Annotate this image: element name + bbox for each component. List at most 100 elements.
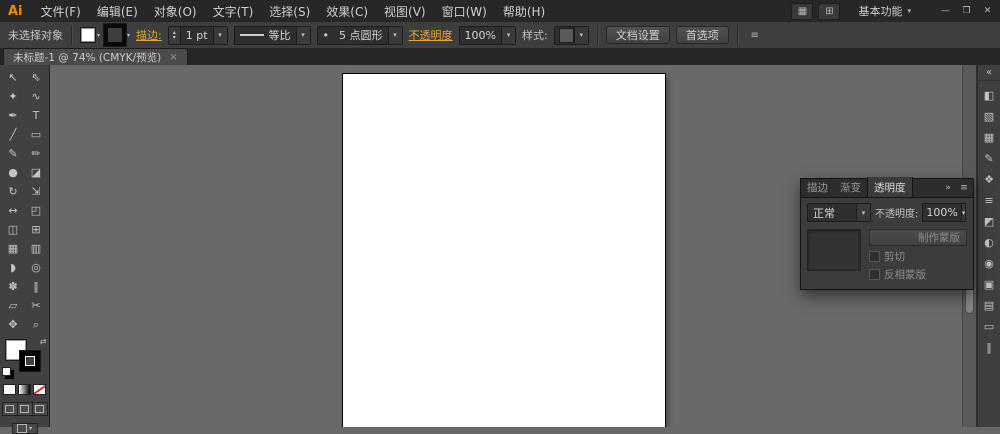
gradient-button[interactable]: [18, 384, 31, 395]
color-guide-panel-icon[interactable]: ▧: [978, 106, 1000, 127]
clip-checkbox[interactable]: [869, 251, 880, 262]
opacity-combo[interactable]: 100% ▾: [459, 26, 516, 45]
chevron-down-icon[interactable]: ▾: [97, 32, 100, 39]
close-button[interactable]: ✕: [977, 3, 998, 19]
lasso-tool[interactable]: ∿: [25, 87, 48, 106]
minimize-button[interactable]: —: [935, 3, 956, 19]
chevron-down-icon[interactable]: ▾: [501, 27, 515, 44]
chevron-down-icon[interactable]: ▾: [574, 27, 588, 44]
shape-builder-tool[interactable]: ◫: [2, 220, 25, 239]
stroke-color-control[interactable]: ▾: [104, 24, 130, 46]
opacity-value[interactable]: 100%: [460, 29, 501, 42]
chevron-down-icon[interactable]: ▾: [388, 27, 402, 44]
preferences-button[interactable]: 首选项: [676, 26, 729, 44]
opacity-panel-link[interactable]: 不透明度: [409, 27, 453, 43]
draw-behind-button[interactable]: [17, 403, 32, 415]
gradient-panel-icon[interactable]: ◩: [978, 211, 1000, 232]
appearance-panel-icon[interactable]: ◉: [978, 253, 1000, 274]
free-transform-tool[interactable]: ◰: [25, 201, 48, 220]
tab-stroke[interactable]: 描边: [801, 177, 834, 197]
chevron-down-icon[interactable]: ▾: [296, 27, 310, 44]
make-mask-button[interactable]: 制作蒙版: [869, 229, 967, 246]
artboard[interactable]: [343, 74, 665, 427]
fill-color-swatch[interactable]: [80, 27, 96, 43]
width-profile-combo[interactable]: 等比 ▾: [234, 26, 311, 45]
stroke-width-combo[interactable]: ▴ ▾ 1 pt ▾: [168, 26, 228, 45]
chevron-down-icon[interactable]: ▾: [856, 204, 870, 221]
stroke-width-value[interactable]: 1 pt: [181, 29, 213, 42]
mesh-tool[interactable]: ▦: [2, 239, 25, 258]
menu-file[interactable]: 文件(F): [33, 0, 89, 23]
blend-mode-value[interactable]: 正常: [808, 205, 856, 221]
swap-fill-stroke-icon[interactable]: ⇄: [40, 337, 47, 346]
menu-help[interactable]: 帮助(H): [495, 0, 553, 23]
width-profile-value[interactable]: 等比: [264, 27, 296, 43]
draw-inside-button[interactable]: [32, 403, 47, 415]
expand-panels-icon[interactable]: «: [978, 65, 1000, 81]
stepper-down-icon[interactable]: ▾: [169, 35, 180, 40]
graphic-styles-panel-icon[interactable]: ▣: [978, 274, 1000, 295]
zoom-tool[interactable]: ⌕: [25, 315, 48, 334]
magic-wand-tool[interactable]: ✦: [2, 87, 25, 106]
column-graph-tool[interactable]: ‖: [25, 277, 48, 296]
brush-definition-value[interactable]: 5 点圆形: [334, 27, 388, 43]
gradient-tool[interactable]: ▥: [25, 239, 48, 258]
draw-normal-button[interactable]: [3, 403, 17, 415]
selection-tool[interactable]: ↖: [2, 68, 25, 87]
restore-button[interactable]: ❐: [956, 3, 977, 19]
stroke-swatch[interactable]: [20, 351, 40, 371]
width-tool[interactable]: ↔: [2, 201, 25, 220]
close-tab-icon[interactable]: ×: [169, 52, 177, 63]
brush-definition-combo[interactable]: • 5 点圆形 ▾: [317, 26, 403, 45]
slice-tool[interactable]: ✂: [25, 296, 48, 315]
tab-transparency[interactable]: 透明度: [867, 177, 913, 197]
control-panel-menu-icon[interactable]: ≡: [746, 27, 764, 43]
blob-brush-tool[interactable]: ●: [2, 163, 25, 182]
none-button[interactable]: [33, 384, 46, 395]
document-tab[interactable]: 未标题-1 @ 74% (CMYK/预览) ×: [3, 48, 188, 65]
menu-object[interactable]: 对象(O): [146, 0, 205, 23]
menu-effect[interactable]: 效果(C): [318, 0, 376, 23]
artboard-tool[interactable]: ▱: [2, 296, 25, 315]
eyedropper-tool[interactable]: ◗: [2, 258, 25, 277]
panel-opacity-combo[interactable]: 100% ▾: [922, 203, 966, 222]
symbols-panel-icon[interactable]: ❖: [978, 169, 1000, 190]
color-button[interactable]: [3, 384, 16, 395]
layers-panel-icon[interactable]: ▤: [978, 295, 1000, 316]
fill-color-control[interactable]: ▾: [80, 27, 100, 43]
document-setup-button[interactable]: 文档设置: [606, 26, 670, 44]
scale-tool[interactable]: ⇲: [25, 182, 48, 201]
menu-edit[interactable]: 编辑(E): [89, 0, 146, 23]
workspace-switcher[interactable]: 基本功能 ▾: [850, 1, 919, 21]
pencil-tool[interactable]: ✏: [25, 144, 48, 163]
perspective-grid-tool[interactable]: ⊞: [25, 220, 48, 239]
tab-gradient[interactable]: 渐变: [834, 177, 867, 197]
paintbrush-tool[interactable]: ✎: [2, 144, 25, 163]
line-segment-tool[interactable]: ╱: [2, 125, 25, 144]
default-fill-stroke-icon[interactable]: [2, 367, 11, 376]
rotate-tool[interactable]: ↻: [2, 182, 25, 201]
color-panel-icon[interactable]: ◧: [978, 85, 1000, 106]
panel-menu-icon[interactable]: ≡: [957, 181, 971, 195]
eraser-tool[interactable]: ◪: [25, 163, 48, 182]
swatches-panel-icon[interactable]: ▦: [978, 127, 1000, 148]
artboards-panel-icon[interactable]: ▭: [978, 316, 1000, 337]
chevron-down-icon[interactable]: ▾: [213, 27, 227, 44]
screen-mode-button[interactable]: ▾: [12, 423, 38, 434]
bridge-icon[interactable]: ▦: [791, 3, 813, 20]
symbol-sprayer-tool[interactable]: ✽: [2, 277, 25, 296]
direct-selection-tool[interactable]: ⇖: [25, 68, 48, 87]
transparency-panel-icon[interactable]: ◐: [978, 232, 1000, 253]
style-combo[interactable]: ▾: [554, 26, 589, 45]
align-panel-icon[interactable]: ‖: [978, 337, 1000, 358]
pen-tool[interactable]: ✒: [2, 106, 25, 125]
blend-mode-select[interactable]: 正常 ▾: [807, 203, 871, 222]
collapse-panel-icon[interactable]: »: [941, 181, 955, 195]
menu-type[interactable]: 文字(T): [205, 0, 262, 23]
type-tool[interactable]: T: [25, 106, 48, 125]
menu-window[interactable]: 窗口(W): [434, 0, 495, 23]
stroke-panel-link[interactable]: 描边:: [136, 27, 162, 43]
rectangle-tool[interactable]: ▭: [25, 125, 48, 144]
panel-opacity-value[interactable]: 100%: [923, 206, 960, 219]
blend-tool[interactable]: ◎: [25, 258, 48, 277]
